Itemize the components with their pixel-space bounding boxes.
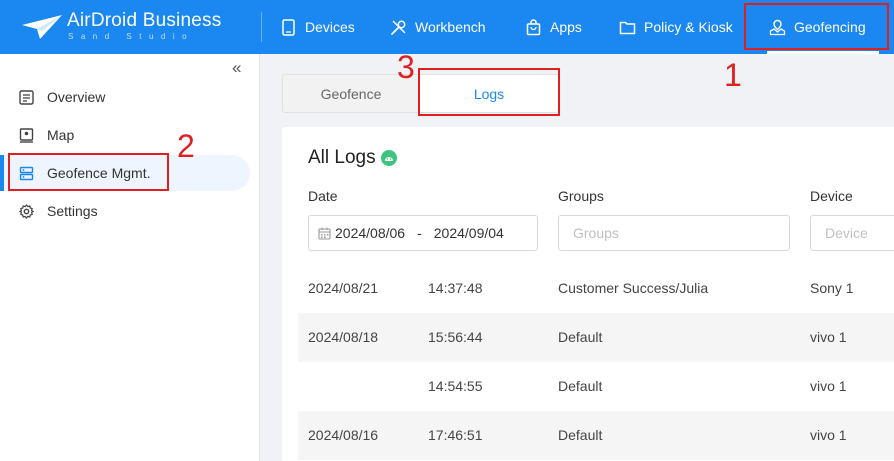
- logs-card: All Logs Date Groups Device 2024/08/06 -…: [282, 127, 894, 461]
- nav-policy-kiosk[interactable]: Policy & Kiosk: [619, 0, 733, 54]
- log-group: Customer Success/Julia: [558, 280, 709, 296]
- table-row[interactable]: 14:54:55 Default vivo 1: [298, 362, 894, 411]
- header-divider: [261, 12, 262, 42]
- log-device: Sony 1: [810, 280, 854, 296]
- annotation-number-2: 2: [177, 128, 195, 164]
- table-row[interactable]: 2024/08/21 14:37:48 Customer Success/Jul…: [298, 264, 894, 313]
- log-time: 14:37:48: [428, 280, 483, 296]
- date-end-value: 2024/09/04: [433, 225, 504, 241]
- sidebar-item-label: Map: [47, 127, 75, 143]
- nav-devices-label: Devices: [305, 19, 355, 35]
- all-logs-title: All Logs: [308, 147, 376, 168]
- annotation-box-geofencing: [744, 3, 889, 50]
- table-row[interactable]: 2024/08/16 17:46:51 Default vivo 1: [298, 411, 894, 460]
- log-date: 2024/08/21: [308, 280, 379, 296]
- log-group: Default: [558, 378, 603, 394]
- logo-text: AirDroid Business: [67, 10, 222, 31]
- nav-policy-kiosk-label: Policy & Kiosk: [644, 19, 733, 35]
- annotation-box-geofence-mgmt: [8, 153, 169, 191]
- log-device: vivo 1: [810, 378, 847, 394]
- nav-devices[interactable]: Devices: [280, 0, 355, 54]
- date-start-value: 2024/08/06: [335, 225, 406, 241]
- date-separator: -: [417, 225, 422, 241]
- log-date: 2024/08/18: [308, 329, 379, 345]
- phone-icon: [280, 18, 297, 36]
- log-time: 17:46:51: [428, 427, 483, 443]
- nav-workbench-label: Workbench: [415, 19, 486, 35]
- sidebar-item-map[interactable]: Map: [0, 117, 250, 153]
- log-date: 2024/08/16: [308, 427, 379, 443]
- tools-icon: [390, 19, 407, 36]
- sidebar-item-label: Settings: [47, 203, 98, 219]
- calendar-icon: [318, 227, 331, 240]
- date-range-picker[interactable]: 2024/08/06 - 2024/09/04: [308, 215, 538, 251]
- groups-placeholder: Groups: [573, 225, 619, 241]
- annotation-number-1: 1: [724, 57, 742, 93]
- device-placeholder: Device: [825, 225, 868, 241]
- map-pin-icon: [19, 127, 34, 143]
- log-time: 15:56:44: [428, 329, 483, 345]
- list-icon: [19, 89, 34, 105]
- sidebar-item-overview[interactable]: Overview: [0, 79, 250, 115]
- log-device: vivo 1: [810, 329, 847, 345]
- groups-filter-label: Groups: [558, 188, 604, 204]
- page-title: All Logs: [308, 147, 397, 169]
- log-device: vivo 1: [810, 427, 847, 443]
- gear-icon: [19, 203, 34, 219]
- android-icon: [380, 150, 397, 166]
- log-time: 14:54:55: [428, 378, 483, 394]
- log-group: Default: [558, 427, 603, 443]
- nav-apps[interactable]: Apps: [525, 0, 582, 54]
- nav-workbench[interactable]: Workbench: [390, 0, 486, 54]
- sidebar: « Overview Map Geofence Mgmt. Settings: [0, 54, 260, 461]
- date-filter-label: Date: [308, 188, 338, 204]
- airdroid-logo[interactable]: AirDroid Business Sand Studio: [20, 9, 221, 45]
- sidebar-item-settings[interactable]: Settings: [0, 193, 250, 229]
- bag-icon: [525, 18, 542, 36]
- paper-plane-logo-icon: [22, 15, 62, 39]
- nav-apps-label: Apps: [550, 19, 582, 35]
- device-filter-label: Device: [810, 188, 853, 204]
- log-group: Default: [558, 329, 603, 345]
- table-row[interactable]: 2024/08/18 15:56:44 Default vivo 1: [298, 313, 894, 362]
- logo-subtext: Sand Studio: [68, 32, 195, 41]
- sidebar-item-label: Overview: [47, 89, 106, 105]
- annotation-box-logs-tab: [418, 68, 560, 116]
- collapse-sidebar-icon[interactable]: «: [232, 58, 241, 78]
- annotation-number-3: 3: [397, 49, 415, 85]
- device-input[interactable]: Device: [810, 215, 894, 251]
- groups-input[interactable]: Groups: [558, 215, 790, 251]
- folder-icon: [619, 19, 636, 36]
